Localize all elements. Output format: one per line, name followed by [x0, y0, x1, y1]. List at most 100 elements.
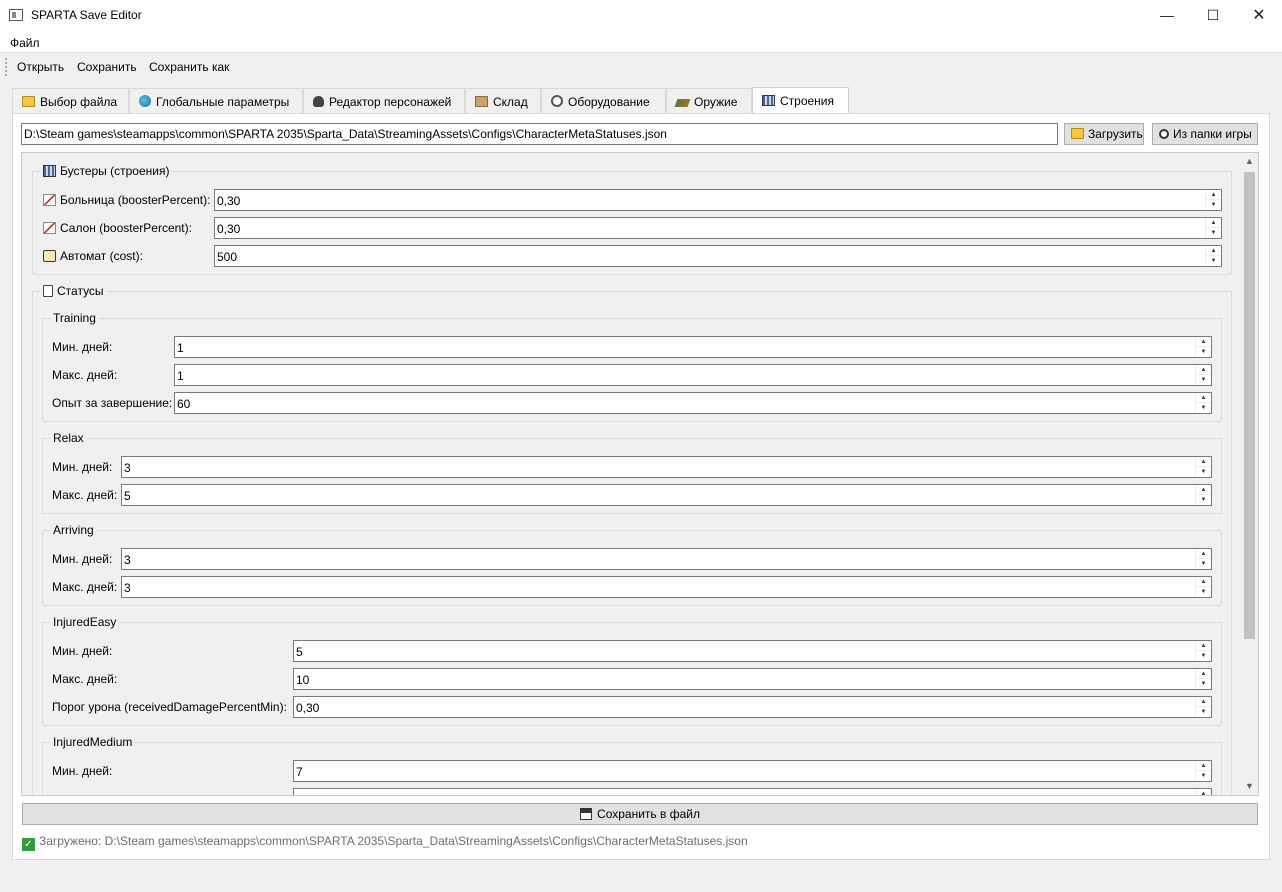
spin-up-button[interactable]: ▲ — [1196, 365, 1211, 375]
settings-scroll-area[interactable]: Бустеры (строения) Больница (boosterPerc… — [21, 152, 1259, 796]
tab-warehouse[interactable]: Склад — [465, 88, 541, 113]
status-training-group: Training Мин. дней: 1 ▲ ▼ Макс. дней: 1 ▲ ▼ … — [42, 311, 1222, 422]
arriving-min-days-spinbox[interactable]: 3 ▲ ▼ — [121, 548, 1212, 570]
spin-up-button[interactable]: ▲ — [1206, 190, 1221, 200]
booster-row-salon: Салон (boosterPercent): 0,30 ▲ ▼ — [43, 217, 1223, 239]
arriving-min-days-row: Мин. дней: 3 ▲ ▼ — [52, 548, 1220, 570]
tab-weapons[interactable]: Оружие — [666, 88, 752, 113]
spin-up-button[interactable]: ▲ — [1196, 697, 1211, 707]
spin-down-button[interactable]: ▼ — [1196, 707, 1211, 717]
maximize-button[interactable]: ☐ — [1190, 0, 1236, 31]
minimize-button[interactable]: — — [1144, 0, 1190, 31]
arriving-max-days-spinbox[interactable]: 3 ▲ ▼ — [121, 576, 1212, 598]
save-button[interactable]: Сохранить — [77, 60, 137, 74]
menu-bar: Файл — [0, 31, 1282, 53]
spin-down-button[interactable]: ▼ — [1196, 771, 1211, 781]
scroll-up-button[interactable]: ▲ — [1241, 153, 1258, 170]
boosters-group-title: Бустеры (строения) — [41, 164, 172, 178]
spin-down-button[interactable]: ▼ — [1196, 651, 1211, 661]
status-text: Загружено: D:\Steam games\steamapps\comm… — [39, 834, 748, 848]
spin-down-button[interactable]: ▼ — [1206, 228, 1221, 238]
check-icon: ✓ — [22, 838, 35, 851]
gun-icon — [674, 99, 691, 107]
tab-equipment[interactable]: Оборудование — [541, 88, 666, 113]
injured-medium-max-days-spinbox[interactable]: ▲▼ — [293, 788, 1212, 795]
injured-easy-min-days-spinbox[interactable]: 5 ▲ ▼ — [293, 640, 1212, 662]
relax-max-days-spinbox[interactable]: 5 ▲ ▼ — [121, 484, 1212, 506]
save-to-file-button[interactable]: Сохранить в файл — [22, 803, 1258, 825]
save-as-button[interactable]: Сохранить как — [149, 60, 229, 74]
tab-global-params[interactable]: Глобальные параметры — [129, 88, 303, 113]
folder-icon — [22, 96, 35, 107]
spin-down-button[interactable]: ▼ — [1206, 200, 1221, 210]
scrollbar-thumb[interactable] — [1244, 172, 1255, 639]
vertical-scrollbar[interactable]: ▲ ▼ — [1241, 153, 1258, 795]
salon-booster-spinbox[interactable]: 0,30 ▲ ▼ — [214, 217, 1222, 239]
statuses-group: Статусы Training Мин. дней: 1 ▲ ▼ Макс. дн… — [32, 284, 1232, 795]
spin-down-button[interactable]: ▼ — [1206, 256, 1221, 266]
toolbar-grip[interactable] — [5, 58, 7, 76]
menu-file[interactable]: Файл — [10, 36, 40, 50]
injured-medium-min-days-spinbox[interactable]: 7 ▲ ▼ — [293, 760, 1212, 782]
status-injured-easy-group: InjuredEasy Мин. дней: 5 ▲ ▼ Макс. дней: 1… — [42, 615, 1222, 726]
tab-file-select[interactable]: Выбор файла — [12, 88, 129, 113]
vending-cost-spinbox[interactable]: 500 ▲ ▼ — [214, 245, 1222, 267]
spin-down-button[interactable]: ▼ — [1196, 375, 1211, 385]
relax-min-days-row: Мин. дней: 3 ▲ ▼ — [52, 456, 1220, 478]
injured-easy-damage-threshold-row: Порог урона (receivedDamagePercentMin): … — [52, 696, 1220, 718]
injured-easy-damage-threshold-spinbox[interactable]: 0,30 ▲ ▼ — [293, 696, 1212, 718]
relax-min-days-spinbox[interactable]: 3 ▲ ▼ — [121, 456, 1212, 478]
training-min-days-row: Мин. дней: 1 ▲ ▼ — [52, 336, 1220, 358]
spin-up-button[interactable]: ▲ — [1196, 393, 1211, 403]
spin-up-button[interactable]: ▲ — [1196, 789, 1211, 795]
tab-buildings[interactable]: Строения — [752, 87, 849, 113]
spin-up-button[interactable]: ▲ — [1196, 577, 1211, 587]
person-icon — [313, 96, 324, 107]
clipboard-icon — [43, 285, 53, 297]
status-injured-medium-group: InjuredMedium Мин. дней: 7▲▼ ▲▼ — [42, 735, 1222, 795]
spin-up-button[interactable]: ▲ — [1196, 337, 1211, 347]
status-relax-group: Relax Мин. дней: 3 ▲ ▼ Макс. дней: 5 ▲ ▼ — [42, 431, 1222, 514]
injured-easy-min-days-row: Мин. дней: 5 ▲ ▼ — [52, 640, 1220, 662]
title-bar: SPARTA Save Editor — ☐ ✕ — [0, 0, 1282, 31]
spin-up-button[interactable]: ▲ — [1206, 246, 1221, 256]
training-min-days-spinbox[interactable]: 1 ▲ ▼ — [174, 336, 1212, 358]
load-button[interactable]: Загрузить — [1064, 123, 1144, 145]
training-xp-row: Опыт за завершение: 60 ▲ ▼ — [52, 392, 1220, 414]
spin-down-button[interactable]: ▼ — [1196, 559, 1211, 569]
tab-character-editor[interactable]: Редактор персонажей — [303, 88, 465, 113]
training-xp-spinbox[interactable]: 60 ▲ ▼ — [174, 392, 1212, 414]
hospital-booster-spinbox[interactable]: 0,30 ▲ ▼ — [214, 189, 1222, 211]
spin-down-button[interactable]: ▼ — [1196, 587, 1211, 597]
spin-up-button[interactable]: ▲ — [1196, 761, 1211, 771]
booster-row-vending: Автомат (cost): 500 ▲ ▼ — [43, 245, 1223, 267]
relax-max-days-row: Макс. дней: 5 ▲ ▼ — [52, 484, 1220, 506]
gear-icon — [551, 95, 563, 107]
spin-down-button[interactable]: ▼ — [1196, 403, 1211, 413]
spin-up-button[interactable]: ▲ — [1196, 485, 1211, 495]
box-icon — [475, 96, 488, 107]
close-button[interactable]: ✕ — [1236, 0, 1282, 31]
spin-up-button[interactable]: ▲ — [1196, 641, 1211, 651]
statuses-group-title: Статусы — [41, 284, 106, 298]
search-icon — [1159, 129, 1169, 139]
spin-down-button[interactable]: ▼ — [1196, 495, 1211, 505]
injured-easy-max-days-spinbox[interactable]: 10 ▲ ▼ — [293, 668, 1212, 690]
scroll-down-button[interactable]: ▼ — [1241, 778, 1258, 795]
spin-down-button[interactable]: ▼ — [1196, 467, 1211, 477]
spin-up-button[interactable]: ▲ — [1196, 549, 1211, 559]
spin-down-button[interactable]: ▼ — [1196, 347, 1211, 357]
file-path-input[interactable]: D:\Steam games\steamapps\common\SPARTA 2… — [21, 123, 1058, 145]
injured-easy-max-days-row: Макс. дней: 10 ▲ ▼ — [52, 668, 1220, 690]
game-folder-button[interactable]: Из папки игры — [1152, 123, 1258, 145]
spin-up-button[interactable]: ▲ — [1206, 218, 1221, 228]
spin-up-button[interactable]: ▲ — [1196, 457, 1211, 467]
training-max-days-row: Макс. дней: 1 ▲ ▼ — [52, 364, 1220, 386]
open-button[interactable]: Открыть — [17, 60, 64, 74]
training-max-days-spinbox[interactable]: 1 ▲ ▼ — [174, 364, 1212, 386]
boosters-group: Бустеры (строения) Больница (boosterPerc… — [32, 164, 1232, 275]
spin-up-button[interactable]: ▲ — [1196, 669, 1211, 679]
globe-icon — [139, 95, 151, 107]
injured-medium-max-days-row: ▲▼ — [52, 788, 1220, 795]
spin-down-button[interactable]: ▼ — [1196, 679, 1211, 689]
